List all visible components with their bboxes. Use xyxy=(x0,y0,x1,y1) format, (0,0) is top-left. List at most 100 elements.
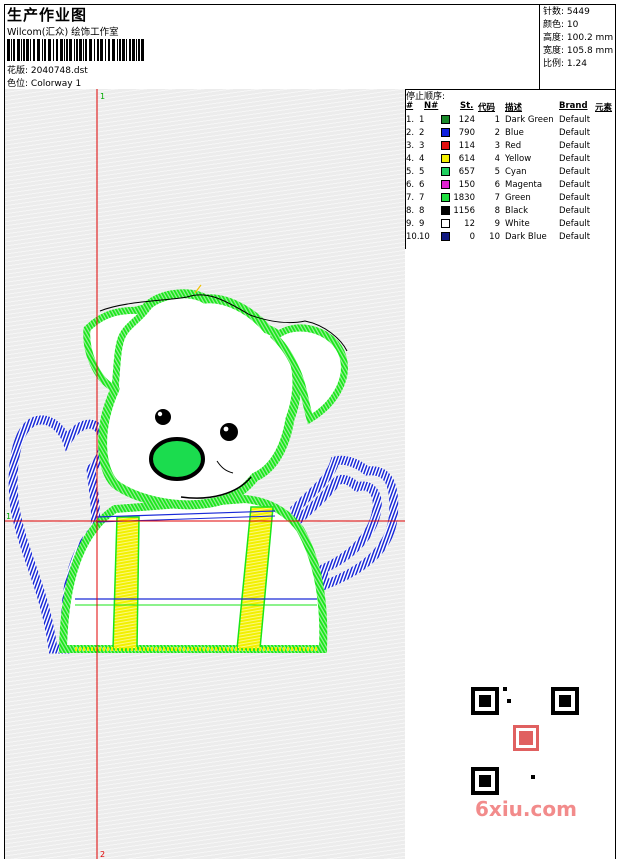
row-index: 6. xyxy=(406,180,415,190)
col-st: St. xyxy=(460,101,474,111)
table-row: 2. 2 790 2 Blue Default xyxy=(405,128,615,141)
row-brand: Default xyxy=(559,219,591,229)
scale-label: 比例: xyxy=(543,59,565,69)
row-brand: Default xyxy=(559,193,591,203)
row-code: 2 xyxy=(494,128,500,138)
design-value: 2040748.dst xyxy=(30,66,88,76)
left-eye xyxy=(155,409,171,425)
row-description: White xyxy=(505,219,530,229)
row-index: 2. xyxy=(406,128,415,138)
height-row: 高度: 100.2 mm xyxy=(543,32,615,45)
koala-embroidery: 1 2 1 xyxy=(5,89,405,859)
row-code: 1 xyxy=(494,115,500,125)
row-stitches: 124 xyxy=(458,115,475,125)
design-file-row: 花版: 2040748.dst xyxy=(7,63,88,76)
row-index: 4. xyxy=(406,154,415,164)
header-left: 生产作业图 Wilcom(汇众) 绘饰工作室 花版: 2040748.dst 色… xyxy=(5,5,539,89)
row-code: 8 xyxy=(494,206,500,216)
row-number: 9 xyxy=(419,219,425,229)
width-label: 宽度: xyxy=(543,46,565,56)
color-swatch xyxy=(441,128,450,137)
row-index: 10. xyxy=(406,232,420,242)
page-title: 生产作业图 xyxy=(7,6,88,24)
row-stitches: 790 xyxy=(458,128,475,138)
left-suspender xyxy=(112,516,140,650)
color-swatch xyxy=(441,219,450,228)
row-stitches: 1156 xyxy=(453,206,475,216)
row-number: 3 xyxy=(419,141,425,151)
row-index: 7. xyxy=(406,193,415,203)
design-preview: 1 2 1 xyxy=(5,89,406,859)
row-stitches: 114 xyxy=(458,141,475,151)
height-label: 高度: xyxy=(543,33,565,43)
stitches-label: 针数: xyxy=(543,7,565,17)
row-brand: Default xyxy=(559,180,591,190)
table-row: 3. 3 114 3 Red Default xyxy=(405,141,615,154)
row-brand: Default xyxy=(559,206,591,216)
colors-value: 10 xyxy=(566,20,579,30)
row-code: 10 xyxy=(489,232,500,242)
scale-row: 比例: 1.24 xyxy=(543,58,615,71)
color-swatch xyxy=(441,193,450,202)
row-stitches: 150 xyxy=(458,180,475,190)
row-code: 5 xyxy=(494,167,500,177)
row-code: 6 xyxy=(494,180,500,190)
row-number: 8 xyxy=(419,206,425,216)
row-description: Green xyxy=(505,193,531,203)
col-desc: 描述 xyxy=(505,103,523,113)
stitches-row: 针数: 5449 xyxy=(543,6,615,19)
color-swatch xyxy=(441,154,450,163)
design-label: 花版: xyxy=(7,66,29,76)
colorway-row: 色位: Colorway 1 xyxy=(7,76,81,89)
row-number: 7 xyxy=(419,193,425,203)
row-index: 8. xyxy=(406,206,415,216)
row-number: 6 xyxy=(419,180,425,190)
production-sheet: 生产作业图 Wilcom(汇众) 绘饰工作室 花版: 2040748.dst 色… xyxy=(4,4,616,859)
color-swatch xyxy=(441,206,450,215)
col-hash: # xyxy=(406,101,414,111)
qr-code xyxy=(471,687,583,799)
row-brand: Default xyxy=(559,232,591,242)
studio-name: Wilcom(汇众) 绘饰工作室 xyxy=(7,27,119,38)
axis-marker-bottom: 2 xyxy=(100,850,105,859)
row-code: 3 xyxy=(494,141,500,151)
row-brand: Default xyxy=(559,154,591,164)
table-row: 1. 1 124 1 Dark Green Default xyxy=(405,115,615,128)
right-lower-panel: 6xiu.com xyxy=(405,249,615,859)
table-row: 10. 10 0 10 Dark Blue Default xyxy=(405,232,615,245)
stitches-value: 5449 xyxy=(566,7,590,17)
color-swatch xyxy=(441,232,450,241)
stats-panel: 针数: 5449 颜色: 10 高度: 100.2 mm 宽度: 105.8 m… xyxy=(539,5,615,89)
row-code: 4 xyxy=(494,154,500,164)
table-row: 8. 8 1156 8 Black Default xyxy=(405,206,615,219)
row-description: Magenta xyxy=(505,180,543,190)
row-index: 9. xyxy=(406,219,415,229)
table-body: 1. 1 124 1 Dark Green Default 2. 2 790 2 Blue Defau… xyxy=(405,115,615,245)
header: 生产作业图 Wilcom(汇众) 绘饰工作室 花版: 2040748.dst 色… xyxy=(5,5,615,90)
row-description: Dark Blue xyxy=(505,232,547,242)
row-stitches: 614 xyxy=(458,154,475,164)
row-brand: Default xyxy=(559,115,591,125)
row-brand: Default xyxy=(559,141,591,151)
table-row: 9. 9 12 9 White Default xyxy=(405,219,615,232)
colors-row: 颜色: 10 xyxy=(543,19,615,32)
row-number: 4 xyxy=(419,154,425,164)
row-number: 5 xyxy=(419,167,425,177)
axis-marker-top: 1 xyxy=(100,92,105,101)
row-number: 10 xyxy=(419,232,430,242)
row-code: 7 xyxy=(494,193,500,203)
row-description: Yellow xyxy=(505,154,532,164)
row-number: 2 xyxy=(419,128,425,138)
row-stitches: 12 xyxy=(464,219,475,229)
colorway-value: Colorway 1 xyxy=(30,79,82,89)
height-value: 100.2 mm xyxy=(566,33,614,43)
row-brand: Default xyxy=(559,167,591,177)
table-row: 4. 4 614 4 Yellow Default xyxy=(405,154,615,167)
width-row: 宽度: 105.8 mm xyxy=(543,45,615,58)
watermark: 6xiu.com xyxy=(475,797,577,821)
right-eye xyxy=(220,423,238,441)
table-row: 5. 5 657 5 Cyan Default xyxy=(405,167,615,180)
barcode xyxy=(7,39,144,61)
width-value: 105.8 mm xyxy=(566,46,614,56)
color-swatch xyxy=(441,141,450,150)
